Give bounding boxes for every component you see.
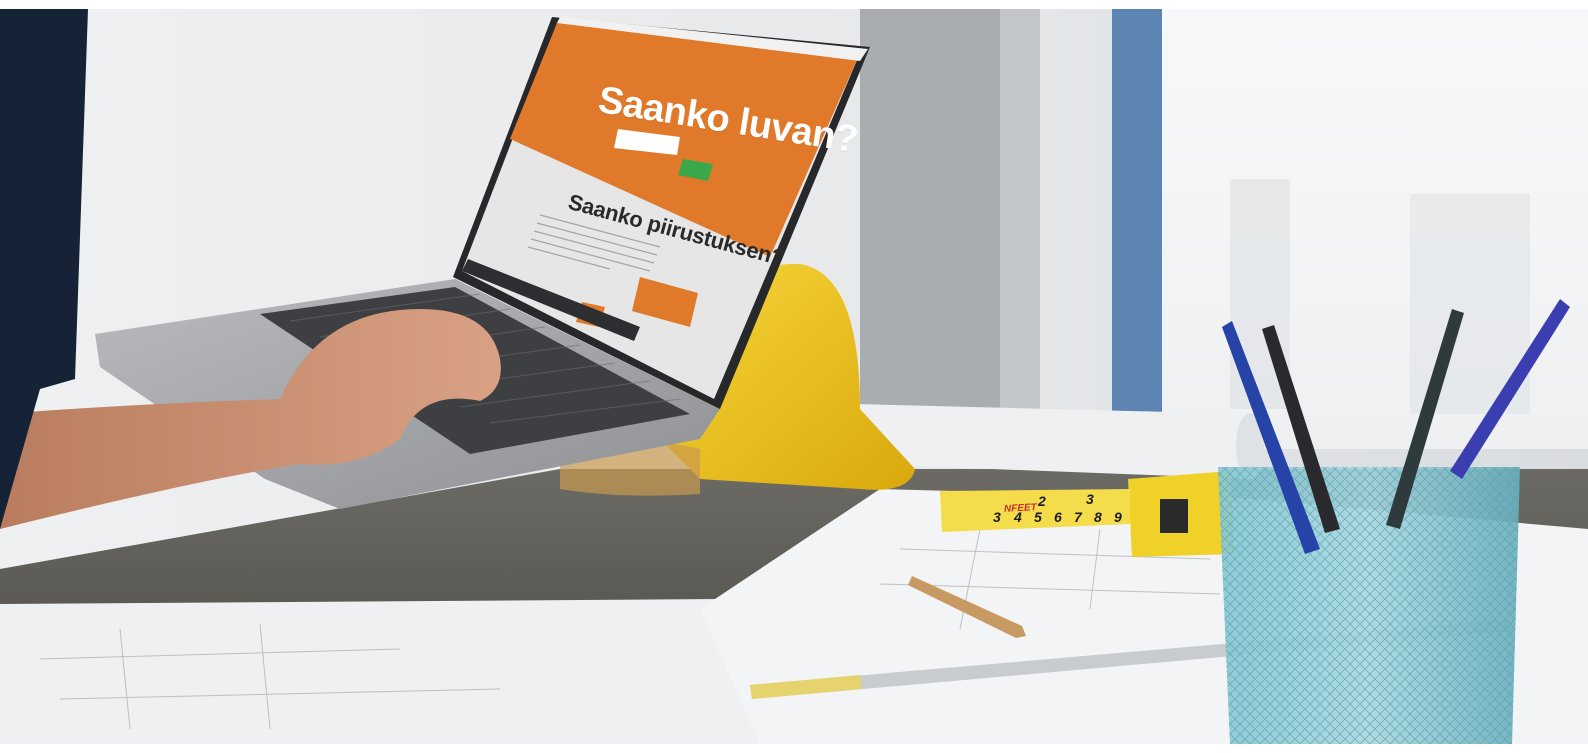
tape-number: 4	[1014, 509, 1022, 525]
tape-number: 5	[1034, 509, 1042, 525]
window-frame	[1112, 9, 1162, 419]
tape-number: 6	[1054, 509, 1062, 525]
person-shirt	[0, 9, 88, 389]
photo-scene: Saanko luvan? Saanko piirustuksen? NFEET…	[0, 9, 1588, 744]
curtain	[860, 9, 1020, 419]
tape-number: 3	[993, 509, 1001, 525]
tape-number: 2	[1038, 493, 1046, 509]
tape-number: 9	[1114, 509, 1122, 525]
tape-number: 8	[1094, 509, 1102, 525]
tape-number: 3	[1086, 491, 1094, 507]
tape-number: 7	[1074, 509, 1082, 525]
